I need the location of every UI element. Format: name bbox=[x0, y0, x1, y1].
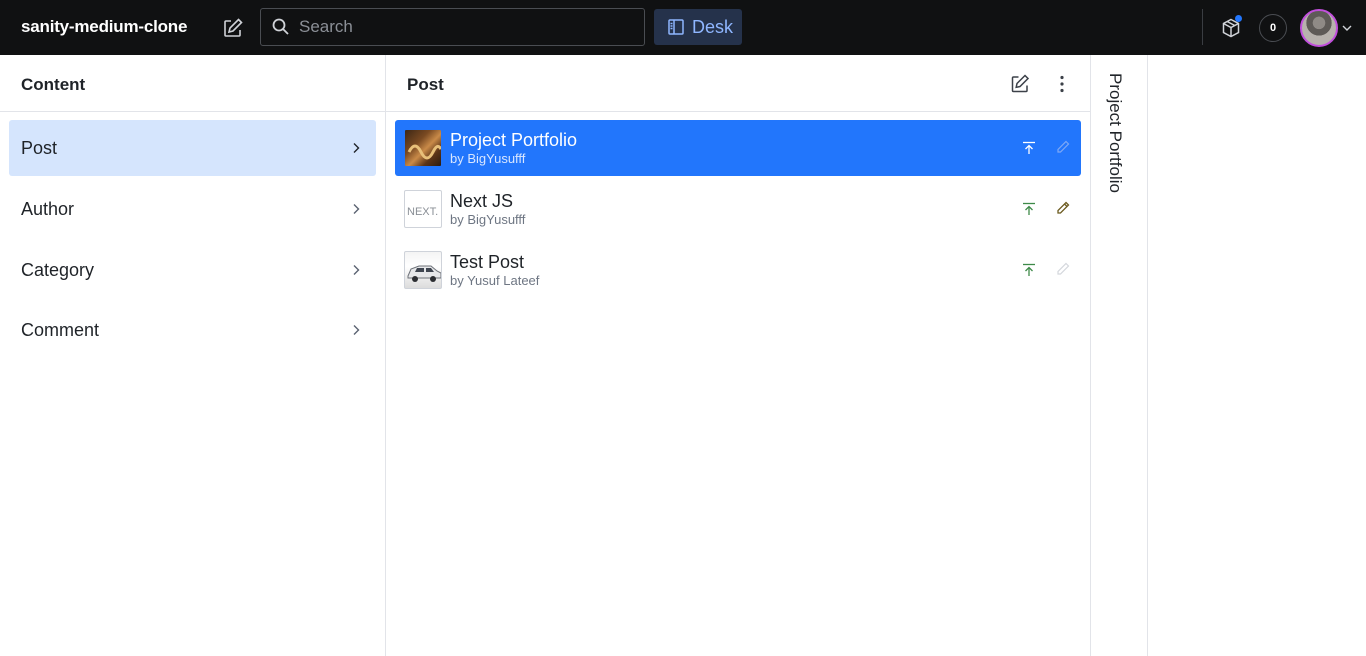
chevron-down-icon[interactable] bbox=[1341, 22, 1353, 34]
document-title: Test Post bbox=[450, 252, 525, 272]
document-title: Project Portfolio bbox=[450, 130, 578, 150]
desk-label: Desk bbox=[692, 16, 734, 37]
create-document-icon[interactable] bbox=[1009, 73, 1031, 95]
chevron-right-icon bbox=[353, 265, 360, 275]
content-item-label: Post bbox=[21, 137, 58, 158]
chevron-right-icon bbox=[353, 143, 360, 153]
car-image-icon bbox=[407, 265, 441, 282]
document-thumbnail bbox=[404, 251, 442, 289]
notification-count-badge[interactable]: 0 bbox=[1259, 14, 1287, 42]
document-editor-pane-collapsed[interactable]: Project Portfolio bbox=[1091, 55, 1148, 656]
post-pane-header: Post bbox=[386, 55, 1090, 112]
desk-icon bbox=[668, 19, 684, 35]
content-item-label: Category bbox=[21, 259, 95, 280]
draft-status-icon bbox=[1057, 201, 1070, 214]
content-pane: Content Post Author Category Comment bbox=[0, 55, 386, 656]
document-subtitle: by Yusuf Lateef bbox=[450, 273, 540, 288]
document-item-project-portfolio[interactable]: Project Portfolio by BigYusufff bbox=[395, 120, 1081, 176]
published-status-icon bbox=[1023, 141, 1035, 154]
thumbnail-art-icon bbox=[407, 144, 441, 160]
content-item-author[interactable]: Author bbox=[9, 181, 376, 237]
document-subtitle: by BigYusufff bbox=[450, 151, 526, 166]
published-status-icon bbox=[1023, 263, 1035, 276]
navbar-divider bbox=[1202, 9, 1203, 45]
svg-text:NEXT.: NEXT. bbox=[407, 206, 438, 218]
content-item-category[interactable]: Category bbox=[9, 242, 376, 298]
content-item-comment[interactable]: Comment bbox=[9, 302, 376, 358]
draft-status-icon bbox=[1057, 262, 1070, 275]
document-thumbnail: NEXT. bbox=[404, 190, 442, 228]
post-list-pane: Post Project Portfolio by BigYusufff NEX… bbox=[386, 55, 1091, 656]
compose-icon[interactable] bbox=[221, 16, 245, 40]
chevron-right-icon bbox=[353, 204, 360, 214]
document-thumbnail bbox=[404, 129, 442, 167]
content-pane-title: Content bbox=[21, 75, 86, 94]
search-icon bbox=[272, 18, 289, 35]
content-pane-header: Content bbox=[0, 55, 385, 112]
document-item-test-post[interactable]: Test Post by Yusuf Lateef bbox=[395, 242, 1081, 298]
document-title: Next JS bbox=[450, 191, 514, 211]
content-item-post[interactable]: Post bbox=[9, 120, 376, 176]
search-box[interactable] bbox=[260, 8, 645, 46]
user-avatar[interactable] bbox=[1300, 9, 1338, 47]
post-pane-title: Post bbox=[407, 75, 444, 94]
collapsed-pane-title[interactable]: Project Portfolio bbox=[1105, 73, 1125, 193]
published-status-icon bbox=[1023, 202, 1035, 215]
document-item-next-js[interactable]: NEXT. Next JS by BigYusufff bbox=[395, 181, 1081, 237]
update-indicator-dot bbox=[1235, 15, 1242, 22]
draft-status-icon bbox=[1057, 140, 1070, 153]
chevron-right-icon bbox=[353, 325, 360, 335]
top-navbar: sanity-medium-clone Desk 0 bbox=[0, 0, 1366, 55]
content-item-label: Comment bbox=[21, 319, 100, 340]
nextjs-logo-icon: NEXT. bbox=[407, 206, 438, 218]
content-item-label: Author bbox=[21, 198, 75, 219]
more-options-icon[interactable] bbox=[1051, 73, 1073, 95]
document-subtitle: by BigYusufff bbox=[450, 212, 526, 227]
desk-tool-button[interactable]: Desk bbox=[654, 9, 742, 45]
workspace-title[interactable]: sanity-medium-clone bbox=[21, 17, 187, 37]
search-input[interactable] bbox=[299, 17, 629, 37]
